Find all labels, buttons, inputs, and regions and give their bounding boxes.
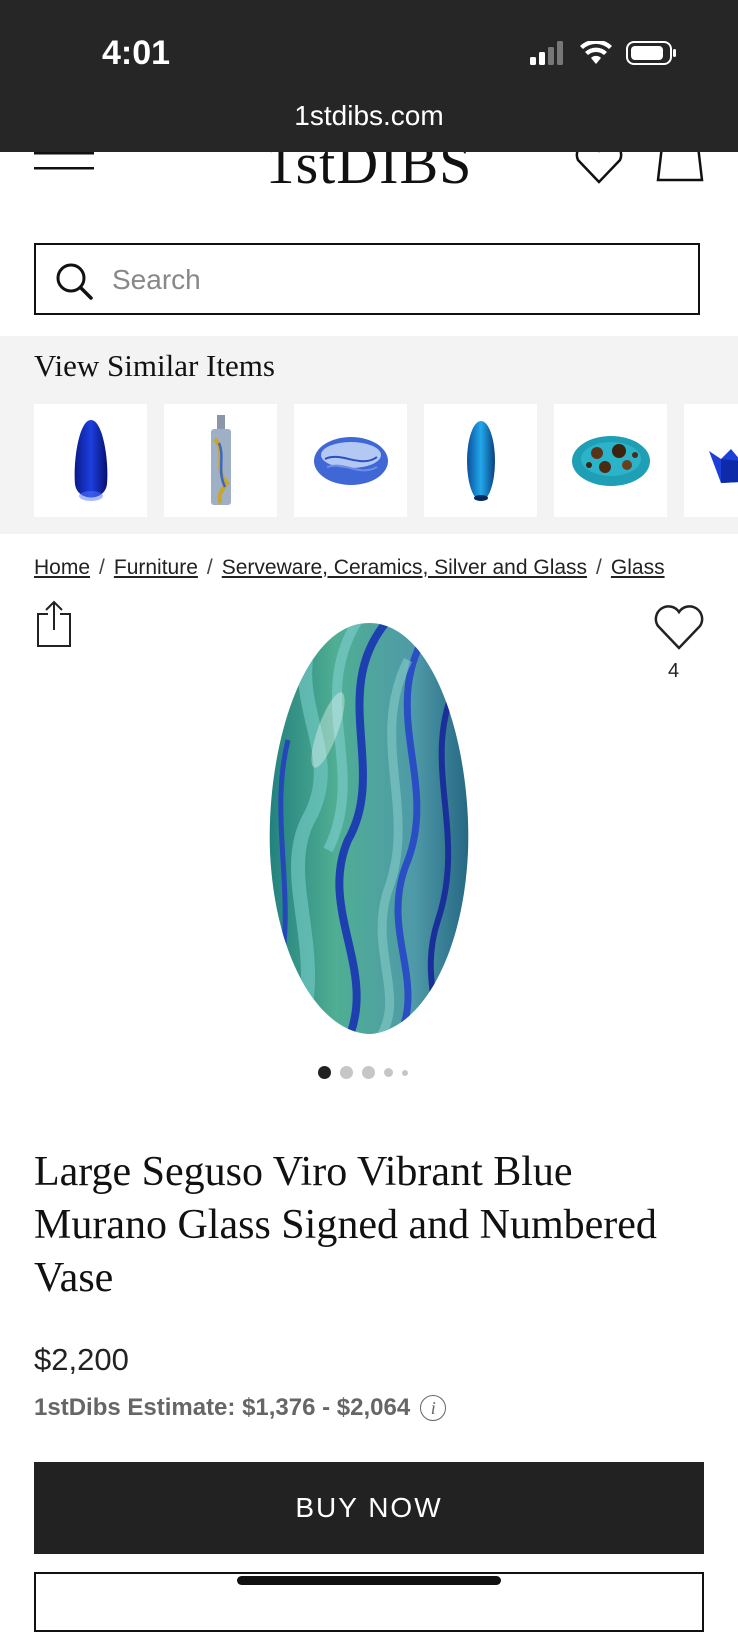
similar-items-carousel[interactable] [34, 404, 738, 517]
search-box[interactable] [34, 243, 700, 315]
carousel-dot-active[interactable] [318, 1066, 331, 1079]
buy-now-button[interactable]: BUY NOW [34, 1462, 704, 1554]
similar-item-slim-bottle-vase[interactable] [164, 404, 277, 517]
carousel-dot[interactable] [402, 1069, 408, 1076]
similar-item-aqua-oval-vase[interactable] [424, 404, 537, 517]
breadcrumb-separator: / [596, 556, 602, 579]
favorite-count: 4 [668, 660, 680, 682]
breadcrumb-furniture[interactable]: Furniture [114, 556, 198, 579]
breadcrumb-separator: / [99, 556, 105, 579]
similar-item-blue-glass-bowl[interactable] [294, 404, 407, 517]
home-indicator [237, 1576, 501, 1585]
carousel-dot[interactable] [340, 1066, 353, 1079]
similar-item-blue-teardrop-vase[interactable] [34, 404, 147, 517]
similar-items-section: View Similar Items [0, 336, 738, 534]
wifi-icon [580, 39, 612, 70]
search-input[interactable] [110, 259, 674, 301]
share-icon[interactable] [36, 600, 72, 653]
price-estimate: 1stDibs Estimate: $1,376 - $2,064 i [34, 1394, 447, 1422]
product-price: $2,200 [34, 1342, 129, 1377]
carousel-dot[interactable] [362, 1066, 375, 1079]
status-icons [530, 39, 678, 71]
image-carousel-dots[interactable] [318, 1066, 408, 1079]
product-title: Large Seguso Viro Vibrant Blue Murano Gl… [34, 1149, 657, 1301]
similar-item-speckled-glass-bowl[interactable] [554, 404, 667, 517]
url-label[interactable]: 1stdibs.com [0, 100, 738, 132]
price-estimate-text: 1stDibs Estimate: $1,376 - $2,064 [34, 1394, 411, 1421]
status-time: 4:01 [102, 34, 171, 72]
breadcrumb-home[interactable]: Home [34, 556, 90, 579]
breadcrumb: Home / Furniture / Serveware, Ceramics, Silv… [34, 556, 665, 580]
status-bar: 4:01 1stdibs.com [0, 0, 738, 152]
breadcrumb-serveware[interactable]: Serveware, Ceramics, Silver and Glass [222, 556, 587, 579]
breadcrumb-separator: / [206, 556, 213, 579]
similar-items-title: View Similar Items [34, 348, 275, 383]
site-logo[interactable]: 1stDIBS [0, 152, 738, 197]
favorite-heart-icon[interactable] [654, 604, 704, 655]
carousel-dot[interactable] [384, 1068, 393, 1077]
similar-item-blue-ruffled-bowl[interactable] [684, 404, 738, 517]
search-icon [54, 261, 94, 306]
product-image[interactable] [258, 620, 480, 1045]
bag-icon[interactable] [656, 152, 706, 189]
info-icon[interactable]: i [420, 1395, 447, 1421]
signal-icon [530, 41, 566, 70]
battery-icon [626, 40, 678, 71]
breadcrumb-glass[interactable]: Glass [611, 556, 665, 579]
site-header: 1stDIBS [0, 152, 738, 212]
heart-icon[interactable] [574, 152, 624, 189]
